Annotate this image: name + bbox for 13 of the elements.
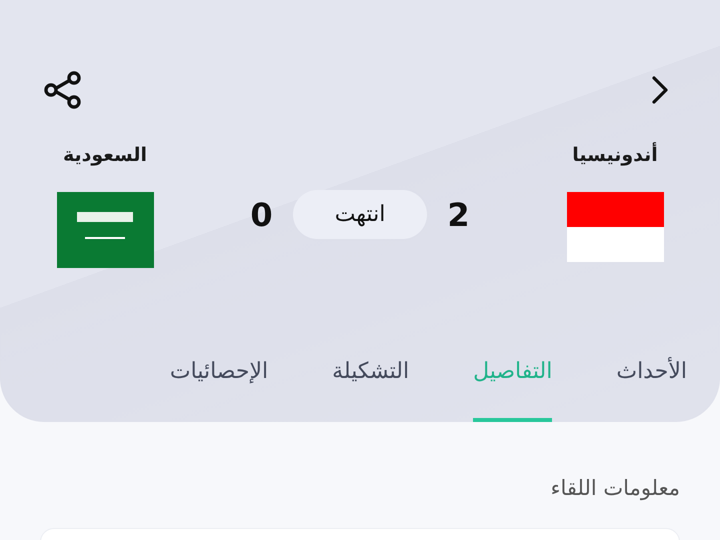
flag-icon xyxy=(56,192,154,268)
team-name: السعودية xyxy=(62,144,148,166)
match-status-badge: انتهت xyxy=(292,190,428,239)
tab[interactable]: التشكيلة xyxy=(332,347,410,422)
score: 2 xyxy=(447,196,470,234)
section-title: معلومات اللقاء xyxy=(550,476,680,500)
flag-icon xyxy=(566,192,664,262)
team-name: أندونيسيا xyxy=(572,144,658,166)
tab[interactable]: الأحداث xyxy=(616,347,687,422)
share-icon[interactable] xyxy=(43,70,83,110)
back-chevron-icon[interactable] xyxy=(650,75,670,105)
tab[interactable]: الإحصائيات xyxy=(170,347,268,422)
score: 0 xyxy=(250,196,273,234)
